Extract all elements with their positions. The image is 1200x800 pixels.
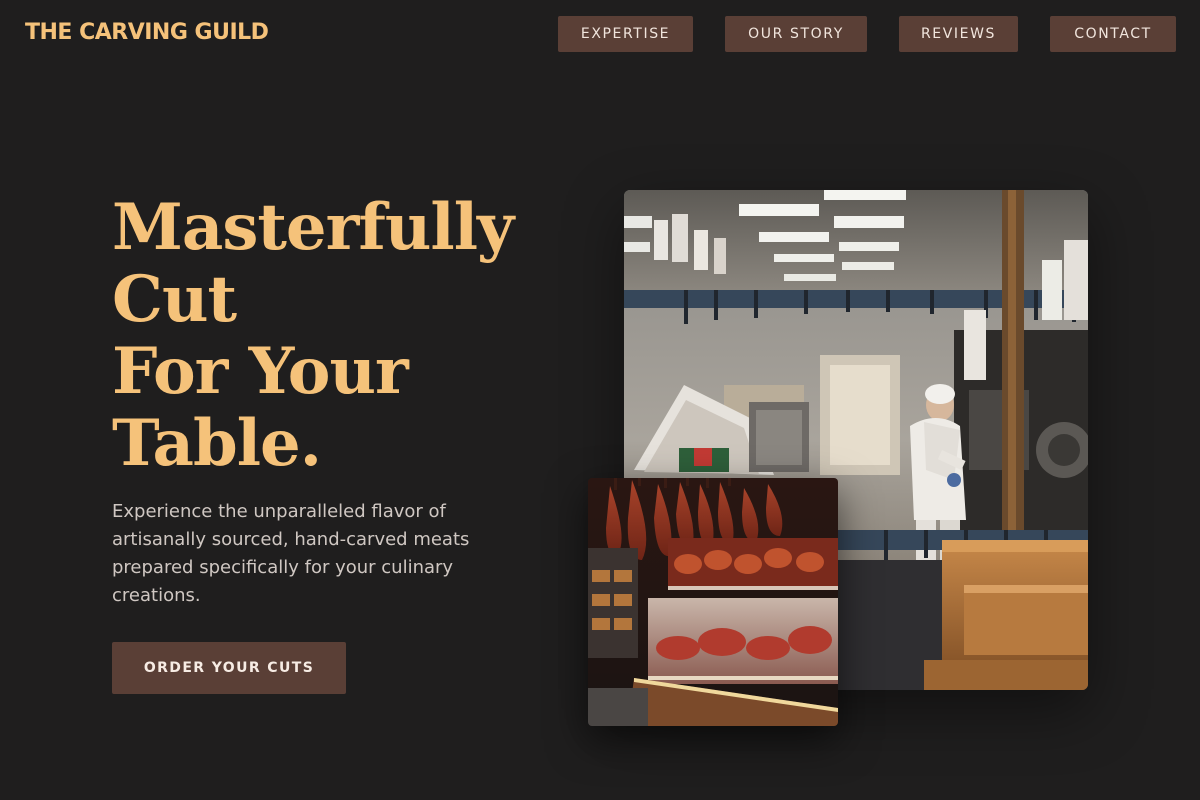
cured-meats-display-photo — [588, 478, 838, 726]
main-nav: EXPERTISE OUR STORY REVIEWS CONTACT — [0, 16, 1200, 52]
headline-line: Masterfully — [112, 190, 514, 265]
headline-line: For Your — [112, 334, 409, 409]
nav-our-story-button[interactable]: OUR STORY — [725, 16, 867, 52]
hero-headline: Masterfully Cut For Your Table. — [112, 192, 532, 480]
hero-description: Experience the unparalleled flavor of ar… — [112, 501, 470, 606]
page: THE CARVING GUILD EXPERTISE OUR STORY RE… — [0, 0, 1200, 800]
nav-reviews-button[interactable]: REVIEWS — [899, 16, 1018, 52]
headline-line: Table. — [112, 406, 322, 481]
nav-contact-button[interactable]: CONTACT — [1050, 16, 1176, 52]
nav-expertise-button[interactable]: EXPERTISE — [558, 16, 693, 52]
headline-line: Cut — [112, 262, 237, 337]
order-your-cuts-button[interactable]: ORDER YOUR CUTS — [112, 642, 346, 694]
